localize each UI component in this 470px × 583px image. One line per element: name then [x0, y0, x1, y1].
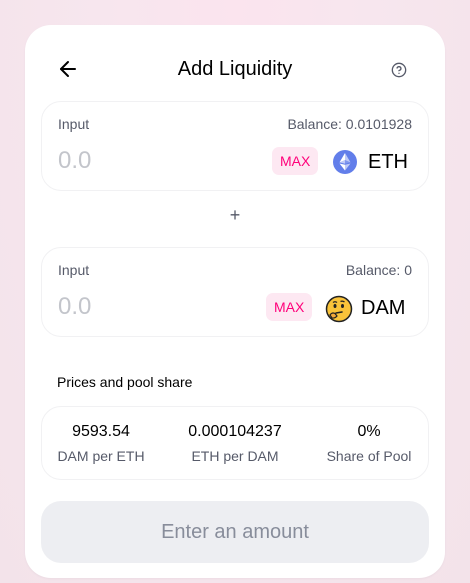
price-label: ETH per DAM: [191, 448, 279, 464]
thinking-face-icon: [325, 295, 353, 323]
price-value: 0.000104237: [188, 423, 282, 440]
currency-input-panel-a: Input Balance: 0.0101928 MAX ETH: [41, 101, 429, 191]
max-button-a[interactable]: MAX: [272, 147, 319, 175]
input-label: Input: [58, 116, 90, 132]
token-symbol: ETH: [368, 150, 408, 173]
price-item: 0.000104237 ETH per DAM: [170, 423, 300, 464]
price-item: 9593.54 DAM per ETH: [36, 423, 166, 464]
token-symbol: DAM: [361, 296, 406, 319]
max-button-b[interactable]: MAX: [266, 293, 313, 321]
balance-text: Balance: 0: [345, 262, 412, 278]
token-select-b[interactable]: DAM: [325, 292, 405, 324]
plus-icon: +: [229, 205, 241, 225]
balance-text: Balance: 0.0101928: [287, 116, 412, 132]
token-select-a[interactable]: ETH: [332, 146, 408, 178]
input-label: Input: [58, 262, 90, 278]
question-circle-icon: [391, 62, 407, 78]
ethereum-icon: [332, 149, 358, 175]
currency-input-panel-b: Input Balance: 0 MAX DAM: [41, 247, 429, 337]
submit-button[interactable]: Enter an amount: [41, 501, 429, 563]
amount-input-a[interactable]: [56, 144, 240, 178]
help-button[interactable]: [391, 62, 409, 80]
page-title: Add Liquidity: [177, 58, 293, 80]
add-liquidity-card: Add Liquidity Input Balance: 0.0101928 M…: [25, 25, 445, 578]
price-item: 0% Share of Pool: [304, 423, 434, 464]
prices-title: Prices and pool share: [57, 374, 193, 390]
prices-panel: 9593.54 DAM per ETH 0.000104237 ETH per …: [41, 406, 429, 480]
price-label: DAM per ETH: [57, 448, 145, 464]
share-of-pool-label: Share of Pool: [326, 448, 412, 464]
share-of-pool-value: 0%: [357, 423, 381, 440]
price-value: 9593.54: [72, 423, 130, 440]
amount-input-b[interactable]: [56, 290, 240, 324]
